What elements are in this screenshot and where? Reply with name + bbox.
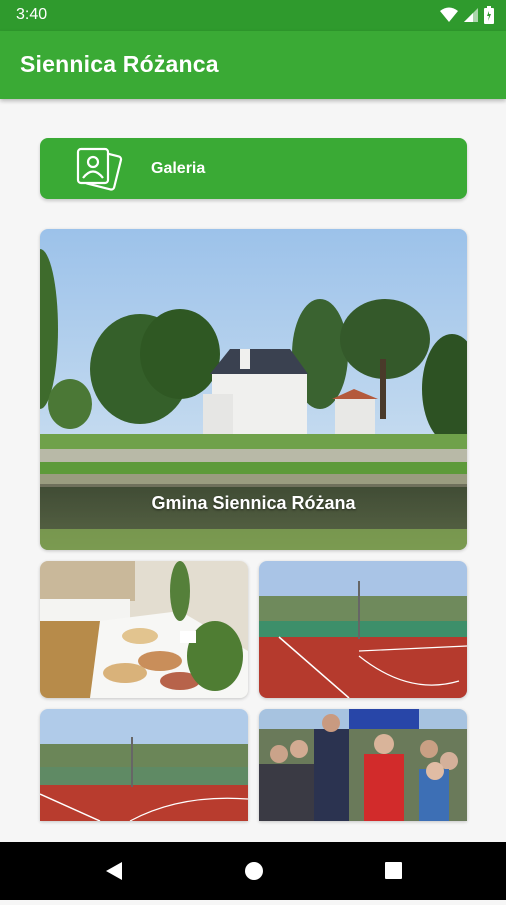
system-nav-bar — [0, 842, 506, 900]
sports-court-photo — [259, 561, 467, 698]
gallery-tile-3[interactable] — [40, 709, 248, 821]
sports-court-photo-2 — [40, 709, 248, 821]
recent-apps-icon — [385, 862, 402, 879]
battery-icon — [484, 6, 494, 24]
gallery-tile-2[interactable] — [259, 561, 467, 698]
status-time: 3:40 — [16, 6, 48, 23]
status-icons — [440, 6, 494, 24]
gallery-tile-1[interactable] — [40, 561, 248, 698]
app-title: Siennica Różanca — [20, 51, 219, 77]
app-bar: Siennica Różanca — [0, 31, 506, 99]
status-bar: 3:40 — [0, 0, 506, 31]
hero-caption: Gmina Siennica Różana — [151, 493, 356, 513]
back-button[interactable] — [84, 842, 144, 900]
signal-icon — [464, 8, 478, 22]
wifi-icon — [440, 7, 458, 22]
gallery-button[interactable]: Galeria — [40, 138, 467, 199]
hero-tile[interactable]: Gmina Siennica Różana — [40, 229, 467, 550]
gallery-label: Galeria — [151, 160, 206, 177]
ceremony-crowd-photo — [259, 709, 467, 821]
home-icon — [245, 862, 263, 880]
food-table-photo — [40, 561, 248, 698]
gallery-tile-4[interactable] — [259, 709, 467, 821]
recent-apps-button[interactable] — [364, 842, 424, 900]
photo-gallery-icon — [76, 147, 123, 191]
home-button[interactable] — [224, 842, 284, 900]
back-icon — [106, 862, 122, 880]
